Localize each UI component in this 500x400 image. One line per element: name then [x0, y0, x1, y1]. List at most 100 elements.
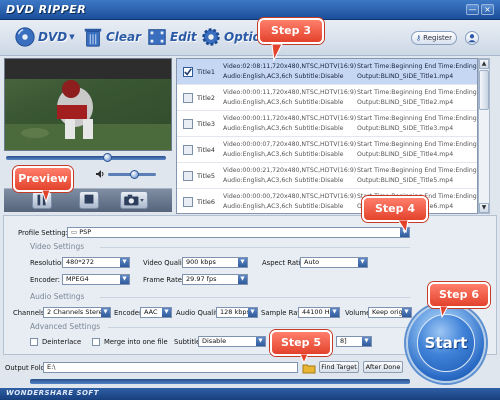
- title-name: Title1: [197, 68, 216, 76]
- title-checkbox[interactable]: [183, 119, 193, 129]
- chevron-down-icon: ▼: [362, 337, 371, 346]
- volume-select[interactable]: Keep origina ▼: [368, 307, 412, 318]
- merge-checkbox[interactable]: [92, 338, 100, 346]
- title-checkbox[interactable]: [183, 197, 193, 207]
- title-name: Title6: [197, 198, 216, 206]
- audio-encoder-select[interactable]: AAC ▼: [140, 307, 172, 318]
- preview-frame: [5, 59, 171, 150]
- title-checkbox[interactable]: [183, 93, 193, 103]
- register-label: Register: [423, 34, 452, 42]
- title-list: Title1 Video:02:08:11,720x480,NTSC,HDTV(…: [176, 58, 478, 214]
- chevron-down-icon: ▼: [256, 337, 265, 346]
- title-row[interactable]: Title4 Video:00:00:07,720x480,NTSC,HDTV(…: [177, 137, 477, 163]
- after-done-button[interactable]: After Done: [363, 361, 403, 373]
- snapshot-button[interactable]: [120, 191, 148, 209]
- subtitle-value: Disable: [202, 337, 227, 345]
- title-audio-info: Audio:English,AC3,6ch Subtitle:Disable: [223, 151, 344, 158]
- audio-encoder-value: AAC: [144, 308, 158, 316]
- title-output-file: Output:BLIND_SIDE_Title5.mp4: [357, 177, 454, 184]
- title-audio-info: Audio:English,AC3,6ch Subtitle:Disable: [223, 73, 344, 80]
- profile-label: Profile Setting:: [18, 229, 68, 237]
- arrow-icon: [439, 306, 449, 318]
- deinterlace-label: Deinterlace: [42, 338, 82, 346]
- title-time-range: Start Time:Beginning End Time:Ending: [357, 141, 477, 148]
- subtitle-select[interactable]: Disable ▼: [198, 336, 266, 347]
- step3-callout: Step 3: [258, 18, 324, 44]
- advanced-settings-header: Advanced Settings: [30, 322, 101, 331]
- divider: [108, 327, 410, 328]
- edit-button[interactable]: Edit: [146, 23, 197, 51]
- register-button[interactable]: ⚷ Register: [411, 31, 457, 45]
- volume-icon[interactable]: [95, 169, 105, 179]
- title-row[interactable]: Title1 Video:02:08:11,720x480,NTSC,HDTV(…: [177, 59, 477, 85]
- seek-handle[interactable]: [102, 153, 112, 162]
- title-time-range: Start Time:Beginning End Time:Ending: [357, 63, 477, 70]
- video-settings-header: Video Settings: [30, 242, 85, 251]
- title-checkbox[interactable]: [183, 67, 193, 77]
- channels-label: Channels:: [13, 309, 47, 317]
- output-folder-input[interactable]: E:\: [43, 362, 298, 373]
- chevron-down-icon: ▼: [101, 308, 110, 317]
- arrow-icon: [271, 44, 283, 62]
- sample-rate-value: 44100 Hz: [302, 308, 334, 316]
- minimize-button[interactable]: —: [466, 4, 479, 15]
- scroll-down-button[interactable]: ▼: [479, 203, 489, 213]
- camera-icon: [124, 194, 144, 206]
- aspect-ratio-select[interactable]: Auto ▼: [300, 257, 368, 268]
- frame-rate-select[interactable]: 29.97 fps ▼: [182, 274, 248, 285]
- merge-label: Merge into one file: [104, 338, 168, 346]
- divider: [100, 247, 410, 248]
- edit-label: Edit: [170, 30, 197, 44]
- channels-select[interactable]: 2 Channels Stereo ▼: [43, 307, 111, 318]
- preview-callout: Preview: [13, 166, 73, 192]
- gear-icon: [202, 28, 220, 46]
- title-output-file: Output:BLIND_SIDE_Title1.mp4: [357, 73, 454, 80]
- sample-rate-select[interactable]: 44100 Hz ▼: [298, 307, 340, 318]
- title-row[interactable]: Title2 Video:00:00:11,720x480,NTSC,HDTV(…: [177, 85, 477, 111]
- step6-callout: Step 6: [428, 282, 490, 308]
- title-audio-info: Audio:English,AC3,6ch Subtitle:Disable: [223, 203, 344, 210]
- profile-value: PSP: [79, 228, 92, 236]
- title-checkbox[interactable]: [183, 145, 193, 155]
- resolution-select[interactable]: 480*272 ▼: [62, 257, 130, 268]
- dvd-label: DVD: [38, 30, 68, 44]
- title-audio-info: Audio:English,AC3,6ch Subtitle:Disable: [223, 125, 344, 132]
- title-time-range: Start Time:Beginning End Time:Ending: [357, 89, 477, 96]
- find-target-button[interactable]: Find Target: [319, 361, 359, 373]
- progress-bar: [30, 379, 410, 384]
- title-video-info: Video:00:00:07,720x480,NTSC,HDTV(16:9): [223, 141, 357, 148]
- title-video-info: Video:00:00:11,720x480,NTSC,HDTV(16:9): [223, 115, 357, 122]
- audio-track-select[interactable]: 8] ▼: [336, 336, 372, 347]
- seek-bar[interactable]: [6, 156, 166, 160]
- video-quality-select[interactable]: 900 kbps ▼: [182, 257, 248, 268]
- title-video-info: Video:00:00:00,720x480,NTSC,HDTV(16:9): [223, 193, 357, 200]
- chevron-down-icon: ▼: [120, 275, 129, 284]
- deinterlace-checkbox[interactable]: [30, 338, 38, 346]
- scroll-thumb[interactable]: [479, 70, 489, 110]
- title-time-range: Start Time:Beginning End Time:Ending: [357, 167, 477, 174]
- audio-track-value: 8]: [340, 337, 347, 345]
- title-time-range: Start Time:Beginning End Time:Ending: [357, 115, 477, 122]
- title-row[interactable]: Title5 Video:00:00:21,720x480,NTSC,HDTV(…: [177, 163, 477, 189]
- account-button[interactable]: [465, 31, 479, 45]
- divider: [100, 297, 410, 298]
- scroll-up-button[interactable]: ▲: [479, 59, 489, 69]
- resolution-value: 480*272: [66, 258, 95, 266]
- video-encoder-select[interactable]: MPEG4 ▼: [62, 274, 130, 285]
- load-dvd-button[interactable]: DVD ▼: [14, 23, 75, 51]
- chevron-down-icon: ▼: [238, 275, 247, 284]
- audio-quality-select[interactable]: 128 kbps ▼: [216, 307, 258, 318]
- title-row[interactable]: Title3 Video:00:00:11,720x480,NTSC,HDTV(…: [177, 111, 477, 137]
- chevron-down-icon: ▼: [162, 308, 171, 317]
- close-button[interactable]: ×: [481, 4, 494, 15]
- profile-select[interactable]: ▭ PSP ▼: [67, 227, 410, 238]
- key-icon: ⚷: [416, 34, 422, 42]
- title-row[interactable]: Title6 Video:00:00:00,720x480,NTSC,HDTV(…: [177, 189, 477, 213]
- chevron-down-icon[interactable]: ▼: [69, 33, 74, 41]
- title-audio-info: Audio:English,AC3,6ch Subtitle:Disable: [223, 177, 344, 184]
- title-checkbox[interactable]: [183, 171, 193, 181]
- stop-button[interactable]: [79, 191, 99, 209]
- volume-handle[interactable]: [130, 170, 140, 179]
- brand-logo: WONDERSHARE SOFT: [6, 389, 99, 397]
- clear-button[interactable]: Clear: [82, 23, 141, 51]
